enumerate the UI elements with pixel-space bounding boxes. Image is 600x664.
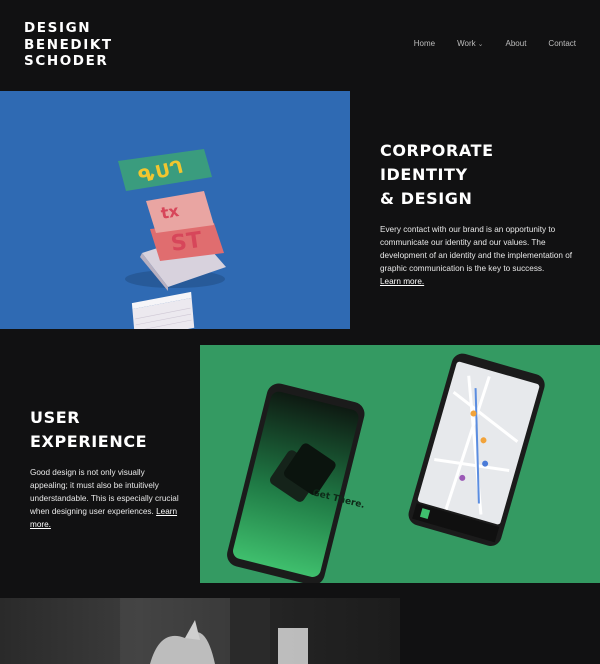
chevron-down-icon: ⌄ (477, 41, 484, 48)
nav-home[interactable]: Home (414, 39, 435, 48)
logo[interactable]: DESIGN BENEDIKT SCHODER (24, 20, 113, 70)
description-text: Every contact with our brand is an oppor… (380, 225, 573, 273)
corporate-identity-image[interactable]: ST tx ᕴᑌᒉ (0, 91, 350, 329)
user-experience-heading: USER EXPERIENCE (30, 406, 180, 454)
site-header: DESIGN BENEDIKT SCHODER Home Work ⌄ About… (0, 0, 600, 91)
corporate-identity-description: Every contact with our brand is an oppor… (380, 223, 580, 288)
nav-about[interactable]: About (506, 39, 527, 48)
heading-line-2: IDENTITY (380, 165, 468, 184)
main-nav: Home Work ⌄ About Contact (414, 39, 576, 48)
heading-line-3: & DESIGN (380, 189, 473, 208)
heading-line-1: USER (30, 408, 81, 427)
next-project-image[interactable] (0, 598, 400, 664)
nav-work-label: Work (457, 39, 476, 48)
photo-preview (120, 598, 308, 664)
nav-work[interactable]: Work ⌄ (457, 39, 483, 48)
logo-line-2: BENEDIKT (24, 36, 113, 53)
nav-contact[interactable]: Contact (548, 39, 576, 48)
corporate-identity-heading: CORPORATE IDENTITY & DESIGN (380, 139, 580, 211)
user-experience-description: Good design is not only visually appeali… (30, 466, 180, 531)
heading-line-1: CORPORATE (380, 141, 494, 160)
phones-illustration: Get There. (227, 353, 545, 583)
business-cards-illustration: ST tx ᕴᑌᒉ (118, 149, 226, 329)
learn-more-link[interactable]: Learn more. (380, 277, 424, 286)
logo-line-1: DESIGN (24, 20, 92, 36)
heading-line-2: EXPERIENCE (30, 432, 148, 451)
user-experience-image[interactable]: Get There. (200, 345, 600, 583)
user-experience-text: USER EXPERIENCE Good design is not only … (30, 406, 180, 531)
corporate-identity-text: CORPORATE IDENTITY & DESIGN Every contac… (380, 139, 580, 288)
logo-line-3: SCHODER (24, 53, 109, 69)
svg-text:ST: ST (169, 228, 203, 257)
